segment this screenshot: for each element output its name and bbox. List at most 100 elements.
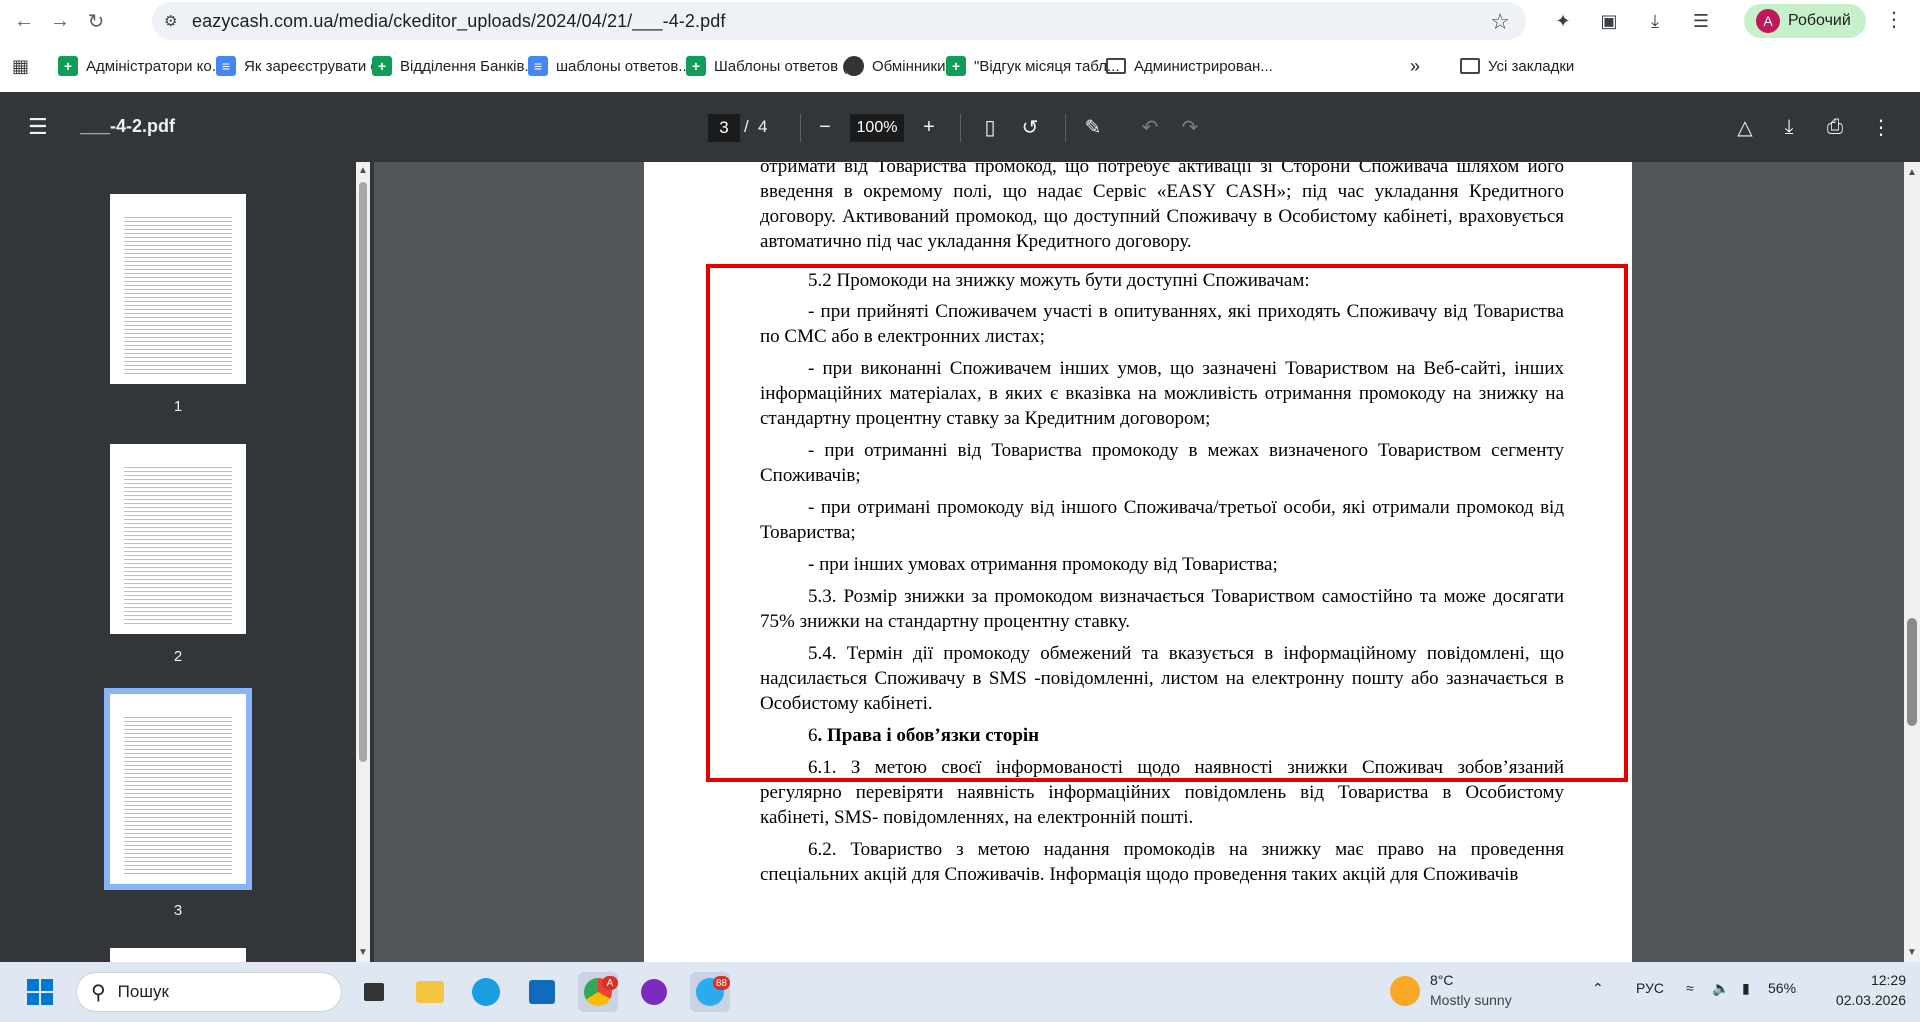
annotate-icon[interactable]: ✎ bbox=[1078, 112, 1108, 142]
sun-icon bbox=[1390, 976, 1420, 1006]
folder-icon bbox=[1460, 58, 1480, 74]
file-explorer-icon[interactable] bbox=[410, 972, 450, 1012]
task-view-icon[interactable] bbox=[354, 972, 394, 1012]
site-info-icon[interactable]: ⚙ bbox=[164, 12, 182, 30]
sidebar-scrollbar-thumb[interactable] bbox=[359, 182, 367, 762]
print-icon[interactable]: ⎙ bbox=[1820, 112, 1850, 142]
viewer-scrollbar-thumb[interactable] bbox=[1907, 618, 1917, 726]
browser-menu-icon[interactable]: ⋮ bbox=[1884, 10, 1904, 30]
sidebar-menu-icon[interactable]: ☰ bbox=[28, 114, 48, 140]
save-to-drive-icon[interactable]: △ bbox=[1730, 112, 1760, 142]
pdf-toolbar: ☰ ___-4-2.pdf 3 / 4 − 100% + ▯ ↺ ✎ ↶ ↷ △… bbox=[0, 92, 1920, 162]
bookmarks-bar: ▦ + Адміністратори ко... ≡ Як зареєструват… bbox=[0, 48, 1920, 84]
back-icon[interactable]: ← bbox=[6, 3, 42, 39]
bookmark-label: Як зареєструвати о... bbox=[244, 57, 392, 75]
thumbnail-page-1[interactable] bbox=[110, 194, 246, 384]
search-placeholder: Пошук bbox=[117, 982, 169, 1001]
scroll-up-icon[interactable]: ▲ bbox=[1905, 166, 1919, 180]
scroll-down-icon[interactable]: ▼ bbox=[1905, 946, 1919, 960]
thumbnail-label: 1 bbox=[173, 398, 183, 415]
extension-icon[interactable]: ✦ bbox=[1540, 4, 1586, 38]
chrome-icon[interactable]: A bbox=[578, 972, 618, 1012]
bookmark-label: "Відгук місяця табл... bbox=[974, 57, 1120, 75]
taskbar: ⚲ Пошук A 88 8°C Mostly sunny ⌃ РУС ≈ 🔈 … bbox=[0, 962, 1920, 1022]
weather-description: Mostly sunny bbox=[1430, 992, 1512, 1008]
toolbar-divider bbox=[960, 114, 961, 142]
rotate-icon[interactable]: ↺ bbox=[1015, 112, 1045, 142]
top-paragraph: отримати від Товариства промокод, що пот… bbox=[760, 162, 1564, 252]
clock-time: 12:29 bbox=[1870, 972, 1906, 988]
thumbnail-page-3[interactable] bbox=[104, 688, 252, 890]
bookmark-item[interactable]: + "Відгук місяця табл... bbox=[946, 54, 1119, 78]
telegram-icon[interactable]: 88 bbox=[690, 972, 730, 1012]
clock[interactable]: 12:29 02.03.2026 bbox=[1806, 970, 1906, 1010]
more-bookmarks-icon[interactable]: » bbox=[1410, 54, 1420, 78]
bookmark-item[interactable]: + Відділення Банків... bbox=[372, 54, 537, 78]
bookmark-label: Адміністратори ко... bbox=[86, 57, 225, 75]
app-icon[interactable] bbox=[634, 972, 674, 1012]
windows-start-icon[interactable] bbox=[20, 972, 60, 1012]
viewer-scrollbar[interactable] bbox=[1904, 162, 1920, 962]
thumbnail-page-2[interactable] bbox=[110, 444, 246, 634]
thumbnail-sidebar: 1 2 3 ▲ ▼ bbox=[0, 162, 374, 968]
page-total: 4 bbox=[758, 117, 768, 136]
sheet-icon: + bbox=[686, 56, 706, 76]
forward-icon[interactable]: → bbox=[42, 3, 78, 39]
more-actions-icon[interactable]: ⋮ bbox=[1866, 112, 1896, 142]
download-icon[interactable]: ⤓ bbox=[1774, 112, 1804, 142]
scroll-up-icon[interactable]: ▲ bbox=[356, 164, 370, 178]
weather-temp: 8°C bbox=[1430, 972, 1454, 988]
puzzle-icon[interactable]: ▣ bbox=[1586, 4, 1632, 38]
language-indicator[interactable]: РУС bbox=[1636, 980, 1664, 996]
taskbar-search[interactable]: ⚲ Пошук bbox=[76, 972, 342, 1012]
pdf-page: отримати від Товариства промокод, що пот… bbox=[644, 162, 1632, 962]
fit-page-icon[interactable]: ▯ bbox=[975, 112, 1005, 142]
page-separator: / bbox=[744, 117, 749, 136]
address-row: ← → ↻ ⚙ eazycash.com.ua/media/ckeditor_u… bbox=[0, 0, 1920, 42]
zoom-input[interactable]: 100% bbox=[850, 114, 904, 142]
chrome-badge: A bbox=[602, 976, 618, 990]
edge-icon[interactable] bbox=[466, 972, 506, 1012]
media-control-icon[interactable]: ☰ bbox=[1678, 4, 1724, 38]
bookmark-item[interactable]: ≡ шаблоны ответов... bbox=[528, 54, 691, 78]
page-number-input[interactable]: 3 bbox=[708, 114, 740, 142]
bookmark-item[interactable]: + Шаблоны ответов (... bbox=[686, 54, 860, 78]
bookmark-item[interactable]: ≡ Як зареєструвати о... bbox=[216, 54, 391, 78]
bookmark-item[interactable]: Администрирован... bbox=[1106, 54, 1273, 78]
apps-icon[interactable]: ▦ bbox=[12, 54, 29, 78]
battery-icon[interactable]: ▮ bbox=[1742, 980, 1750, 997]
sheet-icon: + bbox=[946, 56, 966, 76]
bookmark-label: Відділення Банків... bbox=[400, 57, 537, 75]
thumbnail-label: 3 bbox=[173, 902, 183, 919]
sheet-icon: + bbox=[58, 56, 78, 76]
profile-button[interactable]: A Робочий bbox=[1744, 4, 1866, 38]
weather-widget[interactable]: 8°C Mostly sunny bbox=[1390, 970, 1540, 1014]
zoom-in-icon[interactable]: + bbox=[914, 112, 944, 142]
wifi-icon[interactable]: ≈ bbox=[1686, 980, 1694, 996]
sheet-icon: + bbox=[372, 56, 392, 76]
toolbar-divider bbox=[800, 114, 801, 142]
chevron-up-icon[interactable]: ⌃ bbox=[1592, 980, 1604, 997]
store-icon[interactable] bbox=[522, 972, 562, 1012]
bookmark-label: Обмінники bbox=[872, 57, 946, 75]
search-icon: ⚲ bbox=[91, 981, 106, 1004]
redo-icon[interactable]: ↷ bbox=[1175, 112, 1205, 142]
avatar: A bbox=[1756, 9, 1780, 33]
volume-icon[interactable]: 🔈 bbox=[1712, 980, 1729, 997]
zoom-out-icon[interactable]: − bbox=[810, 112, 840, 142]
toolbar-divider bbox=[1065, 114, 1066, 142]
url-text[interactable]: eazycash.com.ua/media/ckeditor_uploads/2… bbox=[192, 11, 725, 32]
all-bookmarks[interactable]: Усі закладки bbox=[1460, 54, 1574, 78]
scroll-down-icon[interactable]: ▼ bbox=[356, 946, 370, 960]
address-bar[interactable]: ⚙ eazycash.com.ua/media/ckeditor_uploads… bbox=[152, 2, 1526, 40]
bookmark-item[interactable]: Обмінники bbox=[844, 54, 945, 78]
reload-icon[interactable]: ↻ bbox=[78, 3, 114, 39]
globe-icon bbox=[844, 56, 864, 76]
undo-icon[interactable]: ↶ bbox=[1135, 112, 1165, 142]
bookmark-star-icon[interactable]: ☆ bbox=[1490, 9, 1510, 35]
bookmark-item[interactable]: + Адміністратори ко... bbox=[58, 54, 224, 78]
download-icon[interactable]: ⤓ bbox=[1632, 4, 1678, 38]
bookmark-label: Администрирован... bbox=[1134, 57, 1273, 75]
pdf-title: ___-4-2.pdf bbox=[80, 116, 176, 136]
battery-percent: 56% bbox=[1768, 980, 1797, 996]
